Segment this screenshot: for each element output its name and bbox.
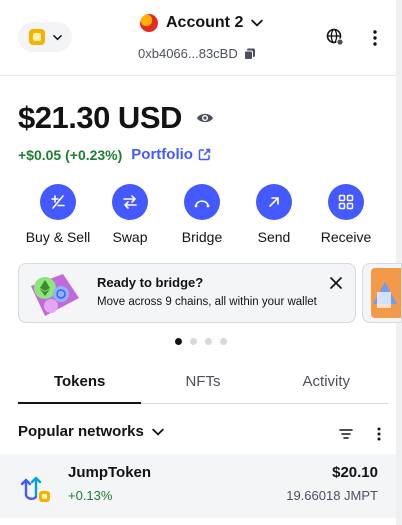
carousel-dot[interactable] xyxy=(175,338,182,345)
network-filter-dropdown[interactable]: Popular networks xyxy=(18,423,164,440)
swap-button[interactable]: Swap xyxy=(95,184,165,245)
chevron-down-icon xyxy=(52,34,62,40)
jumptoken-logo-icon xyxy=(20,476,50,502)
account-address: 0xb4066...83cBD xyxy=(138,46,238,61)
balance-change: +$0.05 (+0.23%) xyxy=(18,146,123,163)
tab-nfts[interactable]: NFTs xyxy=(141,362,264,403)
token-badge-icon xyxy=(28,29,45,45)
network-filter-label: Popular networks xyxy=(18,423,144,440)
bridge-icon xyxy=(184,184,220,220)
header: Account 2 0xb4066...83cBD xyxy=(0,0,396,76)
filter-sort-icon[interactable] xyxy=(339,427,353,441)
qr-code-icon xyxy=(328,184,364,220)
carousel-dot[interactable] xyxy=(190,338,197,345)
total-balance: $21.30 USD xyxy=(18,100,182,135)
eye-icon[interactable] xyxy=(196,109,214,127)
buy-sell-label: Buy & Sell xyxy=(25,229,91,245)
receive-label: Receive xyxy=(320,229,372,245)
more-options-icon[interactable] xyxy=(372,425,386,443)
connected-sites-icon[interactable] xyxy=(326,28,344,46)
token-filter-row: Popular networks xyxy=(18,423,388,445)
token-amount: 19.66018 JMPT xyxy=(286,488,378,503)
account-name: Account 2 xyxy=(166,14,244,31)
next-banner-peek[interactable] xyxy=(362,263,402,323)
banner-illustration-icon xyxy=(371,268,401,318)
banner-text: Move across 9 chains, all within your wa… xyxy=(97,296,317,308)
token-name: JumpToken xyxy=(68,464,152,481)
token-row[interactable]: JumpToken +0.13% $20.10 19.66018 JMPT xyxy=(0,454,396,518)
address-row: 0xb4066...83cBD xyxy=(138,46,256,61)
portfolio-label: Portfolio xyxy=(131,146,193,163)
balance-section: $21.30 USD xyxy=(18,100,214,136)
portfolio-link[interactable]: Portfolio xyxy=(131,146,211,163)
send-button[interactable]: Send xyxy=(239,184,309,245)
bridge-illustration-icon xyxy=(31,274,79,316)
chevron-down-icon xyxy=(251,19,264,27)
chevron-down-icon xyxy=(152,428,164,436)
external-link-icon xyxy=(198,148,211,161)
balance-change-row: +$0.05 (+0.23%) Portfolio xyxy=(18,146,211,163)
swap-arrows-icon xyxy=(112,184,148,220)
swap-label: Swap xyxy=(112,229,148,245)
banner-title: Ready to bridge? xyxy=(97,275,204,290)
asset-tabs: Tokens NFTs Activity xyxy=(18,362,388,404)
bridge-label: Bridge xyxy=(181,229,223,245)
tab-activity[interactable]: Activity xyxy=(265,362,388,403)
plus-minus-icon xyxy=(40,184,76,220)
tab-tokens[interactable]: Tokens xyxy=(18,362,142,404)
carousel-dot[interactable] xyxy=(205,338,212,345)
send-label: Send xyxy=(257,229,291,245)
network-selector[interactable] xyxy=(18,22,72,52)
carousel-dots xyxy=(175,338,227,345)
copy-icon[interactable] xyxy=(243,48,256,60)
close-icon[interactable] xyxy=(329,276,343,290)
account-avatar xyxy=(140,14,158,32)
buy-sell-button[interactable]: Buy & Sell xyxy=(23,184,93,245)
token-fiat-value: $20.10 xyxy=(332,464,378,481)
token-change: +0.13% xyxy=(68,488,113,503)
bridge-promo-banner[interactable]: Ready to bridge? Move across 9 chains, a… xyxy=(18,263,356,323)
more-menu-icon[interactable] xyxy=(366,28,384,48)
arrow-up-right-icon xyxy=(256,184,292,220)
account-selector[interactable]: Account 2 xyxy=(140,14,264,32)
receive-button[interactable]: Receive xyxy=(311,184,381,245)
bridge-button[interactable]: Bridge xyxy=(167,184,237,245)
carousel-dot[interactable] xyxy=(220,338,227,345)
wallet-page: Account 2 0xb4066...83cBD $21.30 USD +$0… xyxy=(0,0,402,525)
